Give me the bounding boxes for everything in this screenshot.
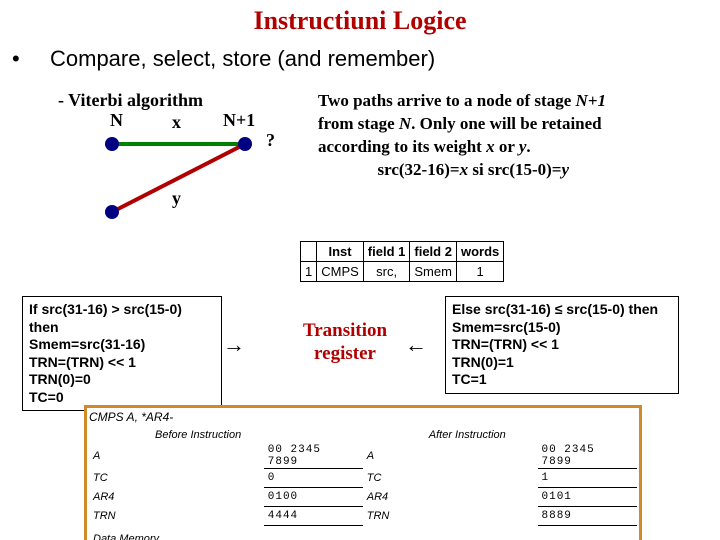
th-blank	[301, 242, 317, 262]
td-idx: 1	[301, 262, 317, 282]
slide: Instructiuni Logice • Compare, select, s…	[0, 0, 720, 540]
th-field2: field 2	[410, 242, 457, 262]
register-table: Before Instruction After Instruction A00…	[89, 426, 637, 540]
label-x: x	[172, 112, 181, 133]
arrow-left-icon: ←	[405, 332, 427, 358]
th-field1: field 1	[363, 242, 410, 262]
td-words: 1	[456, 262, 503, 282]
td-inst: CMPS	[317, 262, 364, 282]
label-n: N	[110, 110, 123, 131]
td-f2: Smem	[410, 262, 457, 282]
if-branch-box: If src(31-16) > src(15-0) then Smem=src(…	[22, 296, 222, 411]
viterbi-heading: - Viterbi algorithm	[58, 90, 203, 111]
label-y: y	[172, 188, 181, 209]
viterbi-diagram: N N+1 x y ?	[80, 112, 300, 232]
th-inst: Inst	[317, 242, 364, 262]
after-header: After Instruction	[425, 426, 637, 444]
else-branch-box: Else src(31-16) ≤ src(15-0) then Smem=sr…	[445, 296, 679, 394]
label-qmark: ?	[266, 130, 275, 151]
th-words: words	[456, 242, 503, 262]
cmps-example-block: CMPS A, *AR4- Before Instruction After I…	[84, 405, 642, 540]
bullet-dot: •	[12, 46, 20, 72]
cmps-header: CMPS A, *AR4-	[89, 410, 637, 424]
label-n1: N+1	[223, 110, 255, 131]
data-memory-label: Data Memory	[89, 526, 637, 540]
transition-register-label: Transition register	[295, 320, 395, 366]
td-f1: src,	[363, 262, 410, 282]
explanation-text: Two paths arrive to a node of stage N+1 …	[318, 90, 713, 182]
arrow-right-icon: →	[223, 332, 245, 358]
before-header: Before Instruction	[151, 426, 363, 444]
subtitle: Compare, select, store (and remember)	[50, 46, 435, 72]
instruction-table: Inst field 1 field 2 words 1 CMPS src, S…	[300, 241, 504, 282]
page-title: Instructiuni Logice	[0, 6, 720, 36]
